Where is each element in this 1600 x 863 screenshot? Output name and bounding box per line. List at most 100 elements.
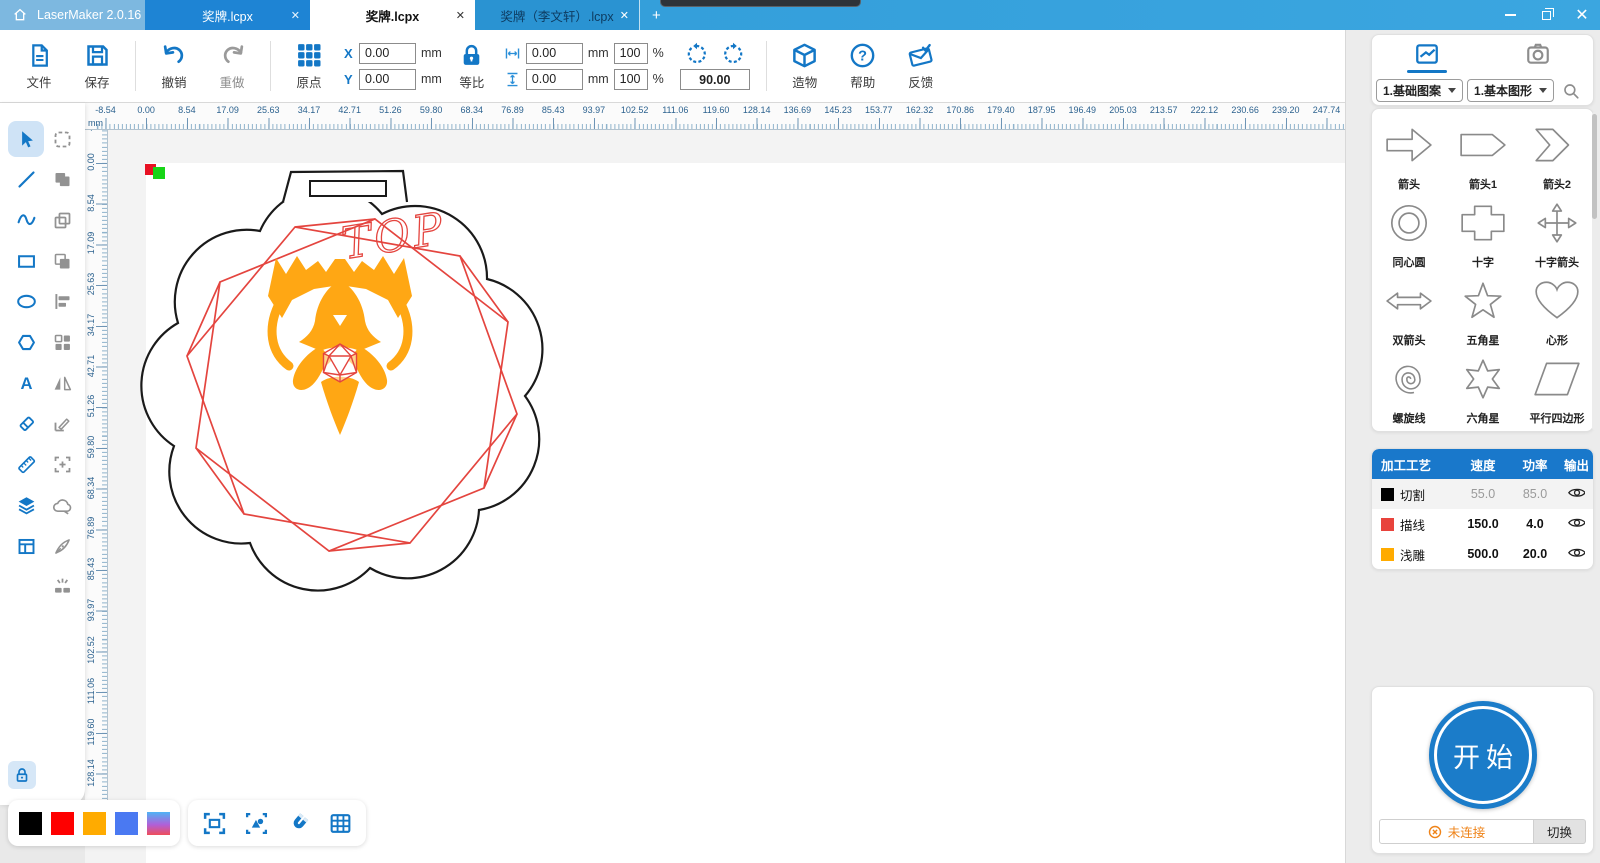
tab-pattern-library[interactable] [1407, 41, 1448, 73]
x-position-input[interactable] [359, 42, 416, 64]
magnet-icon[interactable] [286, 811, 311, 836]
help-button[interactable]: ? 帮助 [834, 42, 892, 91]
speed-value[interactable]: 500.0 [1456, 547, 1510, 561]
shape-item[interactable]: 箭头1 [1446, 117, 1520, 195]
shape-item[interactable]: 双箭头 [1372, 273, 1446, 351]
feedback-button[interactable]: 反馈 [892, 42, 950, 91]
fit-frame-icon[interactable] [202, 811, 227, 836]
eraser-tool[interactable] [8, 406, 44, 442]
break-apart-tool[interactable] [44, 569, 80, 605]
restore-button[interactable] [1528, 0, 1564, 30]
layer-color-swatch[interactable] [115, 811, 138, 835]
layer-color-swatch[interactable] [147, 811, 170, 835]
layer-color-swatch[interactable] [51, 811, 74, 835]
process-table-row[interactable]: 描线 150.0 4.0 [1372, 509, 1593, 539]
width-input[interactable] [525, 42, 583, 64]
marquee-select-tool[interactable] [44, 121, 80, 157]
rotate-cw-icon[interactable] [721, 42, 745, 66]
document-tab[interactable]: 奖牌（李文轩）.lcpx ✕ [475, 0, 640, 30]
shape-item[interactable]: 六角星 [1446, 351, 1520, 429]
eye-icon[interactable] [1567, 487, 1586, 500]
shape-list-scrollbar[interactable] [1592, 112, 1597, 430]
shape-item[interactable]: 平行四边形 [1520, 351, 1593, 429]
shape-item-partial[interactable] [1520, 429, 1593, 431]
connection-status[interactable]: 未连接 [1379, 819, 1534, 844]
shape-item[interactable]: 螺旋线 [1372, 351, 1446, 429]
align-tool[interactable] [44, 284, 80, 320]
union-boolean-tool[interactable] [44, 162, 80, 198]
create-button[interactable]: 造物 [776, 42, 834, 91]
subtract-boolean-tool[interactable] [44, 243, 80, 279]
duplicate-tool[interactable] [44, 202, 80, 238]
center-frame-tool[interactable] [44, 447, 80, 483]
height-input[interactable] [525, 68, 583, 90]
polygon-tool[interactable] [8, 325, 44, 361]
y-position-input[interactable] [359, 68, 416, 90]
power-value[interactable]: 85.0 [1510, 487, 1560, 501]
line-tool[interactable] [8, 162, 44, 198]
process-table-row[interactable]: 切割 55.0 85.0 [1372, 479, 1593, 509]
group-tool[interactable] [44, 325, 80, 361]
canvas-lock-button[interactable] [8, 761, 36, 789]
width-percent-input[interactable] [613, 42, 648, 64]
eye-icon[interactable] [1567, 547, 1586, 560]
tab-label: 奖牌（李文轩）.lcpx [500, 9, 614, 24]
shape-item[interactable]: 箭头 [1372, 117, 1446, 195]
rectangle-tool[interactable] [8, 243, 44, 279]
tab-camera-capture[interactable] [1525, 41, 1551, 67]
document-tab[interactable]: 奖牌.lcpx ✕ [145, 0, 310, 30]
svg-text:A: A [20, 374, 32, 393]
layer-color-swatch[interactable] [19, 811, 42, 835]
curve-tool[interactable] [8, 202, 44, 238]
tab-close-icon[interactable]: ✕ [456, 9, 465, 22]
tab-close-icon[interactable]: ✕ [291, 9, 300, 22]
document-tab[interactable]: 奖牌.lcpx ✕ [310, 0, 475, 30]
aspect-lock-button[interactable]: 等比 [446, 42, 498, 91]
calligraphy-tool[interactable] [44, 528, 80, 564]
panel-table-tool[interactable] [8, 528, 44, 564]
redo-button[interactable]: 重做 [203, 42, 261, 91]
center-select-icon[interactable] [244, 811, 269, 836]
power-value[interactable]: 4.0 [1510, 517, 1560, 531]
shape-item[interactable]: 五角星 [1446, 273, 1520, 351]
text-tool[interactable]: A [8, 365, 44, 401]
shape-item[interactable]: 十字 [1446, 195, 1520, 273]
shape-item-partial[interactable] [1372, 429, 1446, 431]
category-dropdown[interactable]: 1.基础图案 [1376, 79, 1464, 102]
switch-device-button[interactable]: 切换 [1534, 819, 1586, 844]
close-button[interactable]: ✕ [1564, 0, 1600, 30]
app-badge[interactable]: LaserMaker 2.0.16 [0, 0, 145, 30]
shape-item[interactable]: 同心圆 [1372, 195, 1446, 273]
undo-button[interactable]: 撤销 [145, 42, 203, 91]
height-percent-input[interactable] [613, 68, 648, 90]
speed-value[interactable]: 150.0 [1456, 517, 1510, 531]
subcategory-dropdown[interactable]: 1.基本图形 [1467, 79, 1555, 102]
cloud-tool[interactable] [44, 487, 80, 523]
grid-icon[interactable] [328, 811, 353, 836]
shape-item[interactable]: 十字箭头 [1520, 195, 1593, 273]
power-value[interactable]: 20.0 [1510, 547, 1560, 561]
layer-color-swatch[interactable] [83, 811, 106, 835]
canvas-area[interactable]: TOP mm -8.54 0.00 8.54 17.09 25.63 34.17… [85, 103, 1345, 863]
tab-close-icon[interactable]: ✕ [620, 9, 629, 22]
medal-design[interactable]: TOP [108, 130, 1345, 845]
shape-item[interactable]: 心形 [1520, 273, 1593, 351]
minimize-button[interactable] [1492, 0, 1528, 30]
file-button[interactable]: 文件 [10, 42, 68, 91]
search-icon[interactable] [1562, 82, 1580, 100]
measure-tool[interactable] [8, 447, 44, 483]
origin-button[interactable]: 原点 [280, 42, 338, 91]
speed-value[interactable]: 55.0 [1456, 487, 1510, 501]
node-edit-tool[interactable] [44, 406, 80, 442]
rotate-angle-input[interactable] [679, 69, 750, 90]
start-button[interactable]: 开始 [1429, 701, 1537, 809]
process-table-row[interactable]: 浅雕 500.0 20.0 [1372, 539, 1593, 569]
rotate-ccw-icon[interactable] [685, 42, 709, 66]
eye-icon[interactable] [1567, 517, 1586, 530]
save-button[interactable]: 保存 [68, 42, 126, 91]
shape-item[interactable]: 箭头2 [1520, 117, 1593, 195]
ellipse-tool[interactable] [8, 284, 44, 320]
mirror-tool[interactable] [44, 365, 80, 401]
cursor-tool[interactable] [8, 121, 44, 157]
layers-tool[interactable] [8, 487, 44, 523]
